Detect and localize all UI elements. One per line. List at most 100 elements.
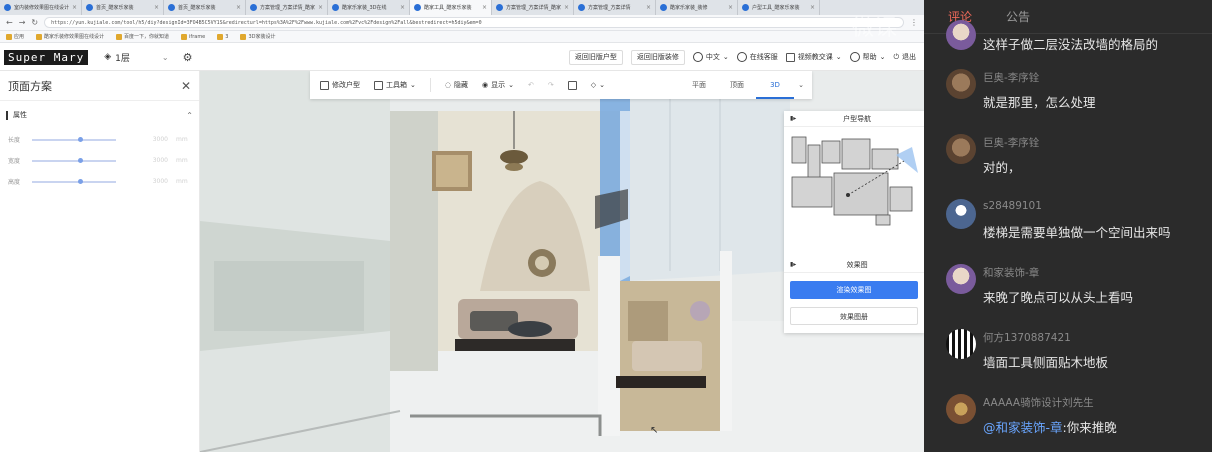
properties-section-header[interactable]: 属性 ⌃ — [0, 101, 199, 129]
bookmark-item[interactable]: 3 — [217, 33, 228, 40]
save-icon[interactable] — [567, 80, 577, 90]
chat-message-text: 墙面工具侧面贴木地板 — [983, 355, 1109, 370]
slider-handle[interactable] — [78, 178, 83, 184]
close-tab-icon[interactable]: × — [646, 4, 651, 11]
avatar[interactable] — [946, 69, 976, 99]
chat-username[interactable]: 巨奥-李序铨 — [983, 70, 1039, 85]
browser-tab[interactable]: 户型工具_酷家乐家装 × — [738, 0, 820, 15]
chat-message: 何方1370887421 墙面工具侧面贴木地板 — [924, 328, 1212, 393]
property-sliders: 长度 3000 mm 宽度 3000 mm 高度 3000 mm — [0, 129, 199, 192]
modify-floorplan-button[interactable]: 修改户型 — [320, 80, 360, 90]
browser-tab[interactable]: 方案管理_方案详情 × — [574, 0, 656, 15]
back-old-decor-button[interactable]: 返回旧版装修 — [630, 49, 685, 65]
hide-button[interactable]: ◌ 隐藏 — [445, 80, 468, 90]
avatar[interactable] — [946, 199, 976, 229]
render-button[interactable]: 渲染效果图 — [790, 281, 918, 299]
browser-tab[interactable]: 方案管理_方案详情_酷家 × — [492, 0, 574, 15]
chat-mention[interactable]: @和家装饰-章 — [983, 420, 1063, 435]
avatar[interactable] — [946, 134, 976, 164]
chat-username[interactable]: 何方1370887421 — [983, 330, 1071, 345]
site-favicon-icon — [86, 4, 93, 11]
close-tab-icon[interactable]: × — [482, 4, 487, 11]
redo-button[interactable]: ↷ — [548, 81, 554, 89]
chat-message-text: @和家装饰-章:你来推晚 — [983, 417, 1117, 436]
slider-track[interactable] — [32, 157, 116, 163]
chevron-down-icon[interactable]: ⌄ — [794, 71, 808, 99]
close-tab-icon[interactable]: × — [154, 4, 159, 11]
back-icon[interactable]: ← — [6, 18, 13, 27]
undo-button[interactable]: ↶ — [528, 81, 534, 89]
slider-unit: mm — [176, 157, 188, 164]
chevron-down-icon: ⌄ — [599, 81, 605, 89]
chevron-down-icon: ⌄ — [508, 81, 514, 89]
url-input[interactable]: https://yun.kujiale.com/tool/h5/diy?desi… — [44, 17, 904, 28]
tab-view-plan[interactable]: 平面 — [680, 71, 718, 99]
browser-tab[interactable]: 室内装修效果图在线设计 × — [0, 0, 82, 15]
back-old-floorplan-button[interactable]: 返回旧版户型 — [568, 49, 623, 65]
close-tab-icon[interactable]: × — [810, 4, 815, 11]
chat-username[interactable]: 和家装饰-章 — [983, 265, 1039, 280]
bookmark-item[interactable]: 百度一下，你就知道 — [116, 33, 169, 40]
close-tab-icon[interactable]: × — [564, 4, 569, 11]
chevron-up-icon[interactable]: ⌃ — [186, 111, 193, 120]
chat-username[interactable]: s28489101 — [983, 200, 1042, 212]
video-tutorial-link[interactable]: 视频教交课 ⌄ — [785, 52, 842, 62]
bookmark-item[interactable]: 酷家乐装修效果图在线设计 — [36, 33, 104, 40]
browser-window: 室内装修效果图在线设计 × 首页_酷家乐家装 × 首页_酷家乐家装 × 方案管理_方案详情_… — [0, 0, 924, 452]
render-album-button[interactable]: 效果图册 — [790, 307, 918, 325]
slider-value-input[interactable]: 3000 — [146, 136, 168, 143]
eye-off-icon: ◌ — [444, 81, 451, 89]
render-header[interactable]: ▮▸ 效果图 — [784, 257, 924, 273]
browser-tab[interactable]: 酷家乐家装_装修 × — [656, 0, 738, 15]
tab-view-ceiling[interactable]: 顶面 — [718, 71, 756, 99]
slider-track[interactable] — [32, 136, 116, 142]
browser-tab[interactable]: 首页_酷家乐家装 × — [164, 0, 246, 15]
tab-view-3d[interactable]: 3D — [756, 71, 794, 99]
display-button[interactable]: ◉ 显示 ⌄ — [482, 80, 514, 90]
slider-track[interactable] — [32, 178, 116, 184]
tab-announcements[interactable]: 公告 — [1006, 0, 1030, 34]
slider-value-input[interactable]: 3000 — [146, 178, 168, 185]
browser-tab[interactable]: 酷家乐家装_3D在线 × — [328, 0, 410, 15]
slider-handle[interactable] — [78, 157, 83, 163]
chat-message: 这样子做二层没法改墙的格局的 — [924, 20, 1212, 68]
forward-icon[interactable]: → — [19, 18, 26, 27]
browser-tab[interactable]: 首页_酷家乐家装 × — [82, 0, 164, 15]
close-tab-icon[interactable]: × — [728, 4, 733, 11]
bookmark-item[interactable]: iframe — [181, 33, 205, 40]
site-favicon-icon — [496, 4, 503, 11]
chat-username[interactable]: 巨奥-李序铨 — [983, 135, 1039, 150]
close-tab-icon[interactable]: × — [400, 4, 405, 11]
close-tab-icon[interactable]: × — [318, 4, 323, 11]
avatar[interactable] — [946, 264, 976, 294]
reload-icon[interactable]: ↻ — [31, 18, 38, 27]
eraser-icon[interactable]: ◇ ⌄ — [591, 81, 605, 89]
language-select[interactable]: 中文 ⌄ — [692, 52, 729, 62]
bookmark-item[interactable]: 应用 — [6, 33, 24, 40]
3d-viewport[interactable]: 修改户型 工具箱 ⌄ ◌ 隐藏 ◉ 显示 ⌄ ↶ ↷ ◇ ⌄ 平面 顶面 3D … — [200, 71, 924, 452]
slider-handle[interactable] — [78, 136, 83, 142]
help-link[interactable]: 帮助 ⌄ — [849, 52, 885, 62]
live-chat-panel: 评论 公告 这样子做二层没法改墙的格局的 巨奥-李序铨 就是那里，怎么处理 巨奥-李序铨… — [924, 0, 1212, 452]
floor-select[interactable]: ◈ 1层 ⌄ — [104, 51, 168, 64]
right-float-panels: ▮▸ 户型导航 ▮▸ 效果图 渲染效果图 效果图册 — [784, 111, 924, 333]
close-tab-icon[interactable]: × — [72, 4, 77, 11]
avatar[interactable] — [946, 394, 976, 424]
section-marker — [6, 110, 8, 120]
avatar[interactable] — [946, 329, 976, 359]
floorplan-navigator-header[interactable]: ▮▸ 户型导航 — [784, 111, 924, 127]
online-service-link[interactable]: 在线客服 — [736, 52, 778, 62]
browser-tab[interactable]: 方案管理_方案详情_酷家 × — [246, 0, 328, 15]
logout-link[interactable]: ⏻ 退出 — [893, 52, 916, 62]
close-tab-icon[interactable]: × — [236, 4, 241, 11]
floorplan-minimap[interactable] — [784, 127, 924, 251]
browser-tab[interactable]: 酷家工具_酷家乐家装 × — [410, 0, 492, 15]
slider-value-input[interactable]: 3000 — [146, 157, 168, 164]
settings-icon[interactable]: ⚙ — [183, 51, 193, 64]
browser-menu-icon[interactable]: ⋮ — [910, 18, 918, 27]
avatar[interactable] — [946, 20, 976, 50]
close-icon[interactable]: ✕ — [181, 79, 191, 93]
chat-username[interactable]: AAAAA骑饰设计刘先生 — [983, 395, 1094, 410]
bookmark-item[interactable]: 3D家装设计 — [240, 33, 276, 40]
toolbox-button[interactable]: 工具箱 ⌄ — [374, 80, 416, 90]
